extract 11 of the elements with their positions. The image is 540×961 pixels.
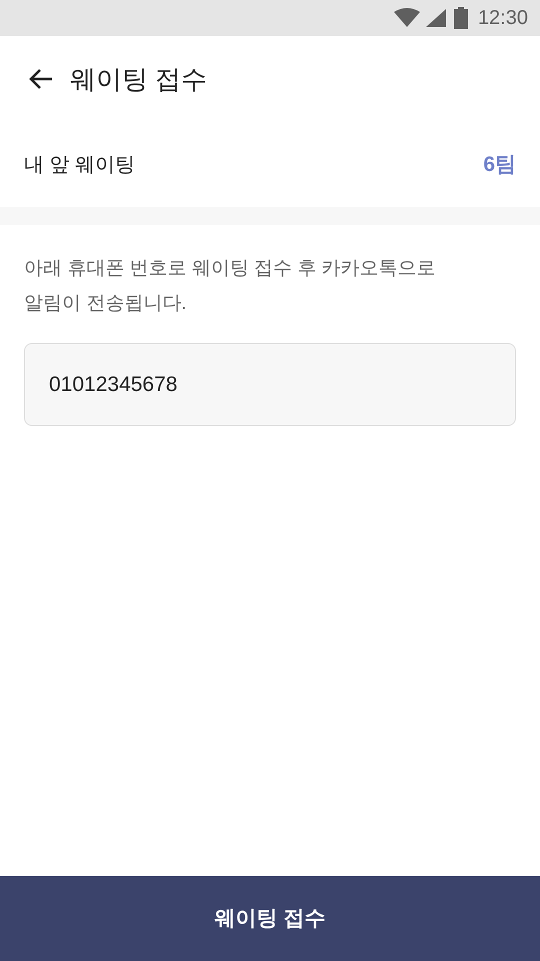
phone-input-field[interactable]: 01012345678 xyxy=(24,343,516,426)
queue-label: 내 앞 웨이팅 xyxy=(24,152,136,178)
queue-count: 6팀 xyxy=(483,152,516,178)
battery-icon xyxy=(454,7,468,29)
wifi-icon xyxy=(394,8,420,28)
status-time: 12:30 xyxy=(478,6,528,31)
page-title: 웨이팅 접수 xyxy=(70,62,208,96)
notice-text: 아래 휴대폰 번호로 웨이팅 접수 후 카카오톡으로 알림이 전송됩니다. xyxy=(24,257,437,316)
back-arrow-icon[interactable] xyxy=(28,68,54,90)
signal-icon xyxy=(426,8,448,28)
submit-button[interactable]: 웨이팅 접수 xyxy=(0,876,540,961)
